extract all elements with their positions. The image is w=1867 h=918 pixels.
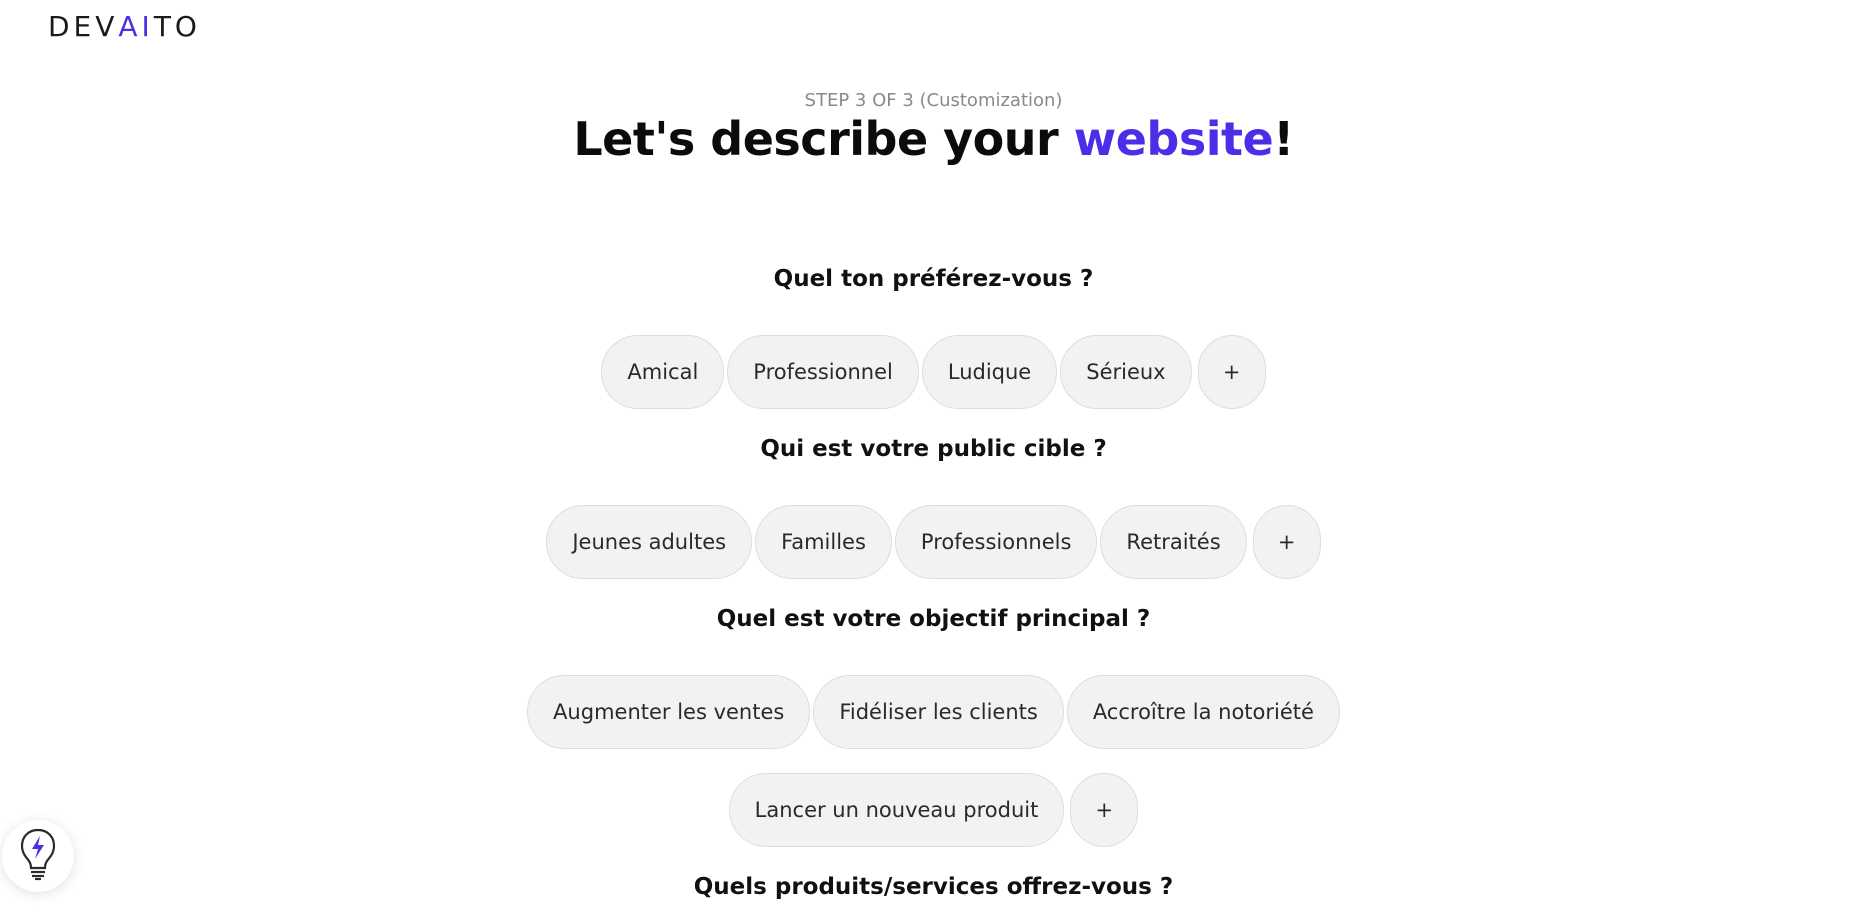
option-accroitre-notoriete[interactable]: Accroître la notoriété <box>1066 675 1340 749</box>
title-prefix: Let's describe your <box>573 112 1074 166</box>
title-highlight: website <box>1073 112 1274 166</box>
question-products: Quels produits/services offrez-vous ? <box>693 874 1174 900</box>
page-title: Let's describe your website! <box>0 112 1867 166</box>
option-amical[interactable]: Amical <box>601 335 725 409</box>
option-professionnel[interactable]: Professionnel <box>727 335 919 409</box>
page: DEV AI TO STEP 3 OF 3 (Customization) Let'… <box>0 0 1867 918</box>
option-lancer-produit[interactable]: Lancer un nouveau produit <box>728 773 1065 847</box>
option-fideliser-clients[interactable]: Fidéliser les clients <box>813 675 1064 749</box>
lightbulb-bolt-icon <box>18 827 58 885</box>
logo-part-1: DEV <box>48 9 119 43</box>
option-serieux[interactable]: Sérieux <box>1060 335 1192 409</box>
logo-part-2: AI <box>118 9 154 43</box>
add-objective-button[interactable]: + <box>1070 773 1139 847</box>
question-objective: Quel est votre objectif principal ? <box>716 606 1151 632</box>
objective-options-row-2: Lancer un nouveau produit + <box>0 773 1867 847</box>
step-indicator: STEP 3 OF 3 (Customization) <box>804 90 1063 111</box>
option-jeunes-adultes[interactable]: Jeunes adultes <box>546 505 753 579</box>
logo-part-3: TO <box>153 9 201 43</box>
question-audience: Qui est votre public cible ? <box>760 436 1107 462</box>
option-professionnels[interactable]: Professionnels <box>894 505 1098 579</box>
tone-options: Amical Professionnel Ludique Sérieux + <box>0 335 1867 409</box>
objective-options-row-1: Augmenter les ventes Fidéliser les clien… <box>0 675 1867 749</box>
option-augmenter-ventes[interactable]: Augmenter les ventes <box>527 675 811 749</box>
title-suffix: ! <box>1273 112 1294 166</box>
add-tone-button[interactable]: + <box>1197 335 1266 409</box>
audience-options: Jeunes adultes Familles Professionnels R… <box>0 505 1867 579</box>
add-audience-button[interactable]: + <box>1252 505 1321 579</box>
option-familles[interactable]: Familles <box>755 505 892 579</box>
option-ludique[interactable]: Ludique <box>921 335 1058 409</box>
question-tone: Quel ton préférez-vous ? <box>773 266 1094 292</box>
option-retraites[interactable]: Retraités <box>1100 505 1247 579</box>
helper-button[interactable] <box>2 820 74 892</box>
devaito-logo[interactable]: DEV AI TO <box>48 9 201 43</box>
